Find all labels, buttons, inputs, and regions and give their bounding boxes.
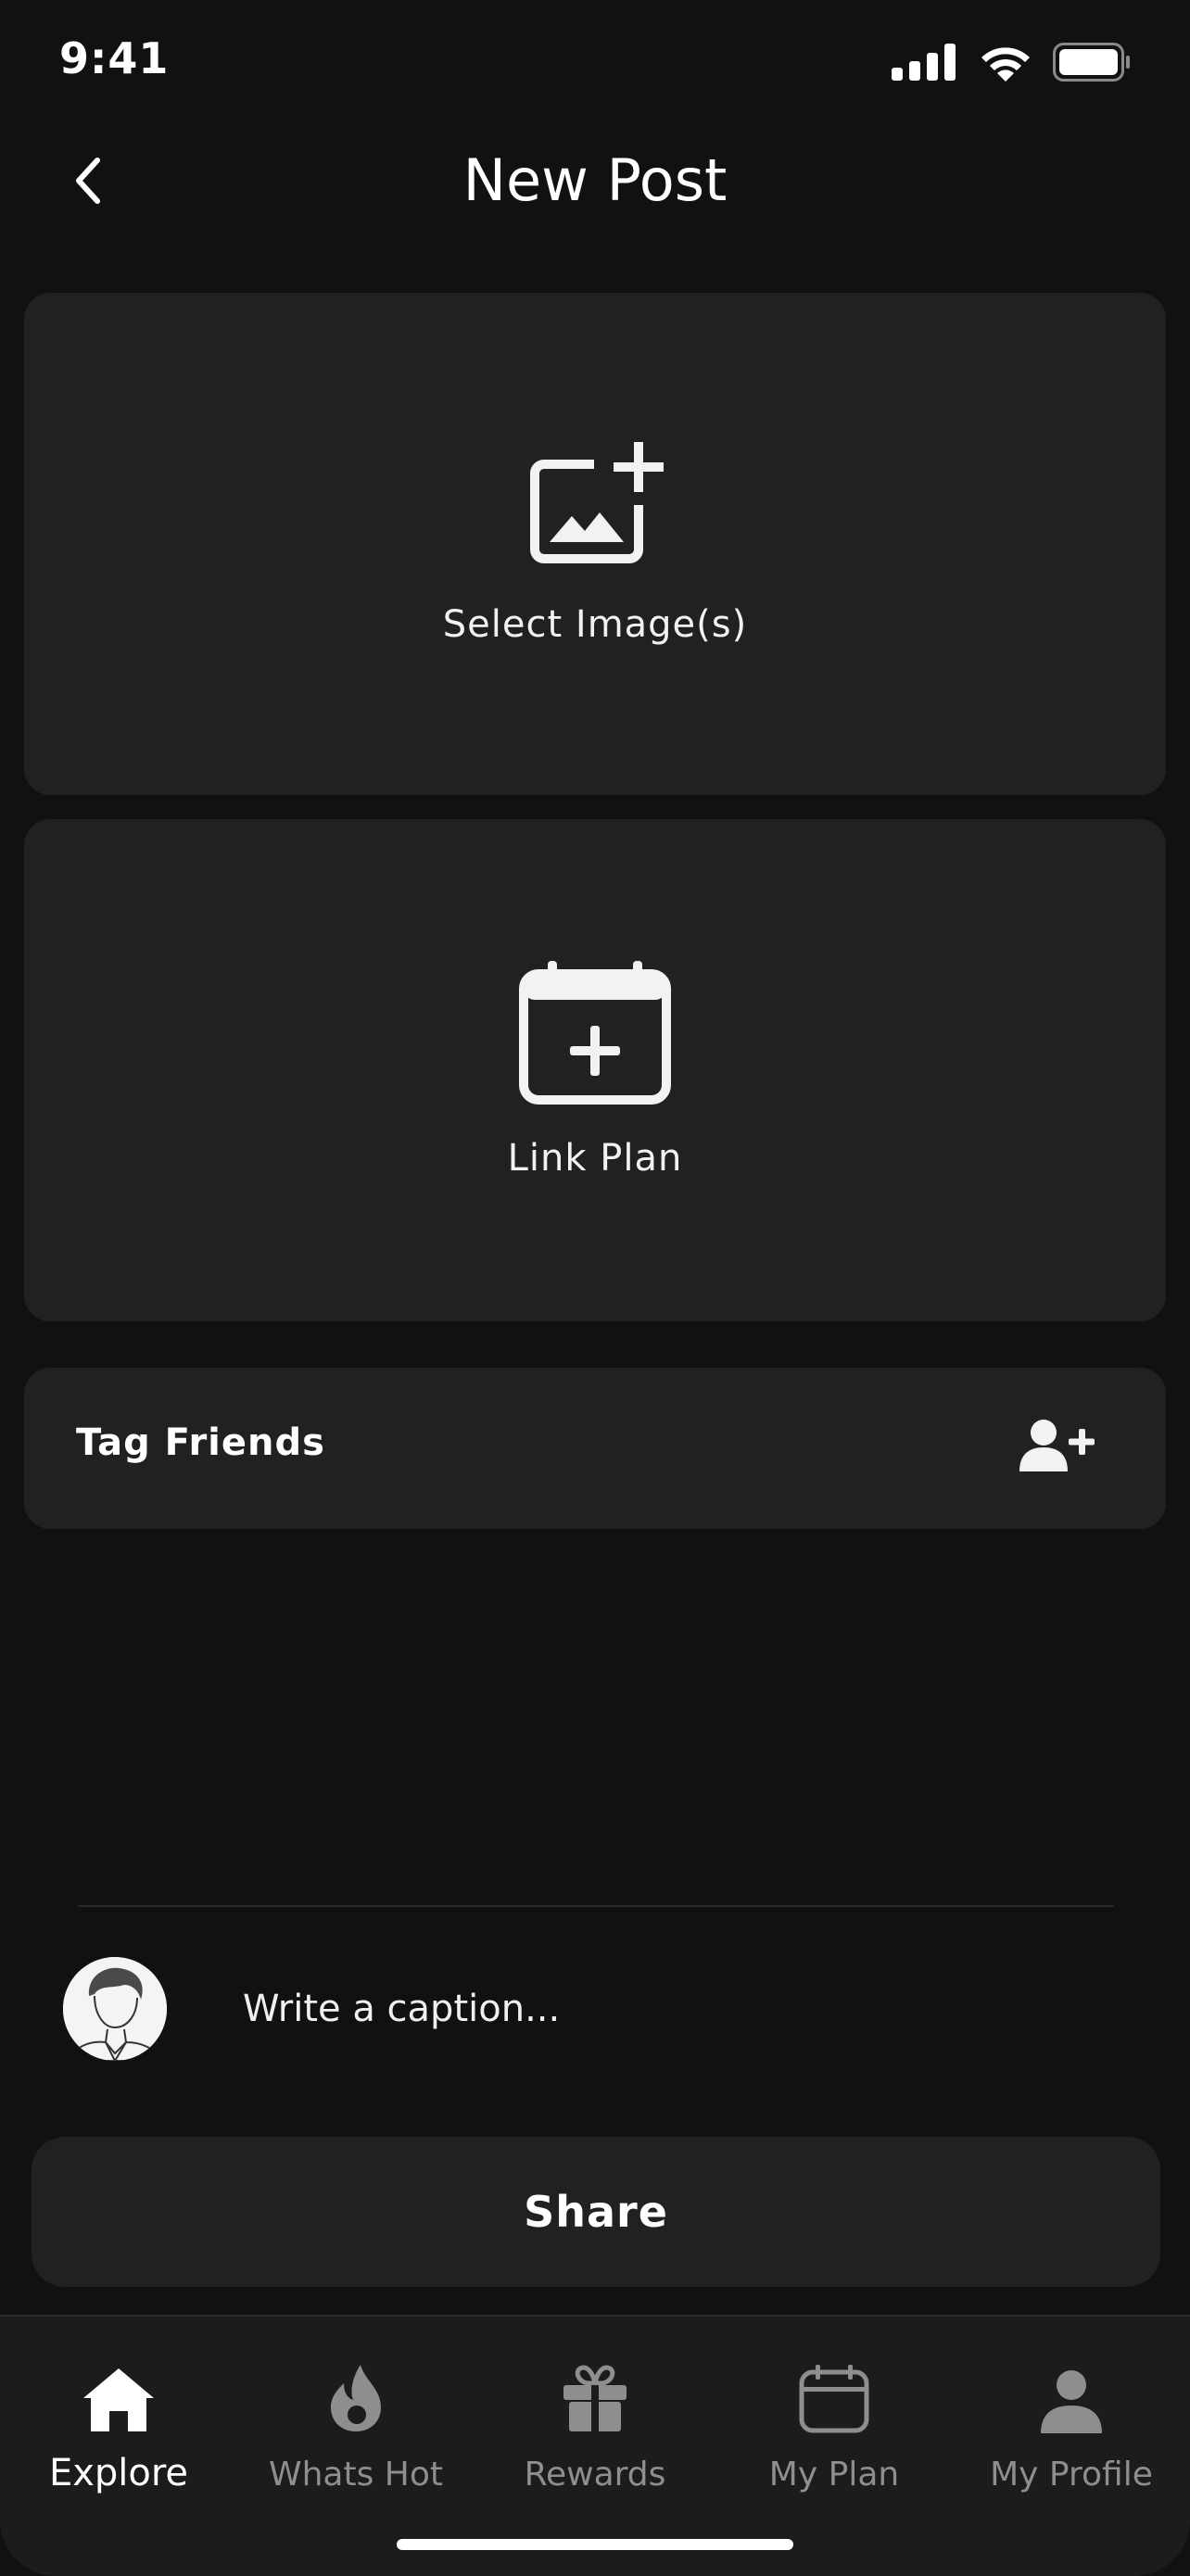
home-indicator[interactable] (397, 2539, 793, 2550)
share-button[interactable]: Share (32, 2137, 1160, 2287)
calendar-icon (799, 2365, 869, 2433)
tab-explore[interactable]: Explore (0, 2359, 237, 2507)
gift-icon (563, 2365, 627, 2431)
image-add-icon (530, 442, 664, 563)
tab-my-profile[interactable]: My Profile (953, 2359, 1190, 2507)
caption-input[interactable] (243, 1976, 1077, 2042)
divider (78, 1905, 1114, 1907)
link-plan-content: Link Plan (24, 819, 1166, 1321)
tab-whats-hot-label: Whats Hot (269, 2456, 443, 2494)
link-plan-label: Link Plan (507, 1137, 683, 1180)
tag-friends-row[interactable]: Tag Friends (24, 1368, 1166, 1529)
avatar (63, 1957, 167, 2061)
user-add-icon (1019, 1420, 1095, 1471)
tab-my-profile-label: My Profile (990, 2456, 1153, 2494)
select-image-content: Select Image(s) (24, 293, 1166, 795)
tab-explore-label: Explore (48, 2452, 189, 2494)
select-image-card[interactable]: Select Image(s) (24, 293, 1166, 795)
link-plan-card[interactable]: Link Plan (24, 819, 1166, 1321)
home-icon (83, 2368, 154, 2431)
status-time: 9:41 (59, 33, 170, 83)
battery-icon (1053, 43, 1130, 82)
status-icons (892, 43, 1131, 82)
wifi-icon (981, 47, 1030, 82)
status-bar: 9:41 (0, 0, 1190, 130)
user-icon (1041, 2370, 1102, 2433)
tag-friends-label: Tag Friends (76, 1421, 325, 1464)
page-title: New Post (462, 146, 728, 214)
tab-rewards-label: Rewards (524, 2456, 666, 2494)
tab-bar: Explore Whats Hot Rewards My Plan My Pro… (0, 2315, 1190, 2576)
tab-my-plan[interactable]: My Plan (715, 2359, 953, 2507)
tab-my-plan-label: My Plan (768, 2456, 900, 2494)
tab-rewards[interactable]: Rewards (476, 2359, 714, 2507)
avatar-illustration-icon (63, 1957, 167, 2061)
cellular-signal-icon (892, 44, 956, 81)
header: New Post (0, 130, 1190, 241)
select-image-label: Select Image(s) (442, 603, 748, 646)
flame-icon (331, 2365, 381, 2431)
tag-friends-button[interactable] (1018, 1418, 1095, 1477)
calendar-add-icon (519, 961, 671, 1105)
tab-whats-hot[interactable]: Whats Hot (237, 2359, 475, 2507)
